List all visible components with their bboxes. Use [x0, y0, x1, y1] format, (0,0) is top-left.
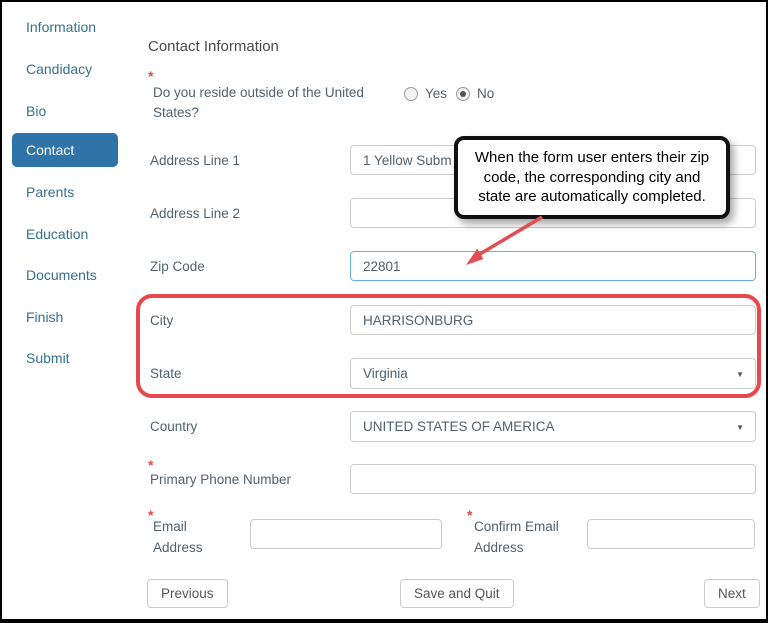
city-label: City: [150, 313, 173, 328]
zip-code-input[interactable]: [350, 251, 756, 281]
required-asterisk: *: [148, 457, 153, 473]
previous-button[interactable]: Previous: [147, 579, 228, 608]
country-select[interactable]: UNITED STATES OF AMERICA ▼: [350, 411, 756, 442]
sidebar-item-finish[interactable]: Finish: [26, 309, 63, 325]
required-asterisk: *: [148, 68, 153, 84]
primary-phone-label: Primary Phone Number: [150, 472, 291, 487]
email-address-input[interactable]: [250, 519, 442, 549]
address-line-2-label: Address Line 2: [150, 206, 240, 221]
sidebar-item-parents[interactable]: Parents: [26, 184, 74, 200]
next-button[interactable]: Next: [704, 579, 760, 608]
sidebar-item-documents[interactable]: Documents: [26, 267, 97, 283]
sidebar-item-information[interactable]: Information: [26, 19, 96, 35]
reside-no-label: No: [477, 86, 494, 101]
confirm-email-label: Confirm Email Address: [474, 517, 569, 559]
reside-yes-radio[interactable]: [404, 87, 418, 101]
state-select[interactable]: Virginia ▼: [350, 358, 756, 389]
city-input[interactable]: [350, 305, 756, 335]
address-line-1-label: Address Line 1: [150, 153, 240, 168]
sidebar-item-contact-active[interactable]: Contact: [12, 133, 118, 167]
reside-question-label: Do you reside outside of the United Stat…: [153, 83, 388, 124]
sidebar-item-education[interactable]: Education: [26, 226, 88, 242]
save-and-quit-button[interactable]: Save and Quit: [400, 579, 514, 608]
confirm-email-input[interactable]: [587, 519, 755, 549]
sidebar-item-bio[interactable]: Bio: [26, 103, 46, 119]
country-label: Country: [150, 419, 197, 434]
page-title: Contact Information: [148, 38, 279, 55]
sidebar-item-submit[interactable]: Submit: [26, 350, 70, 366]
email-address-label: Email Address: [153, 517, 215, 559]
country-selected-value: UNITED STATES OF AMERICA: [363, 419, 555, 434]
state-label: State: [150, 366, 182, 381]
zip-autocomplete-callout: When the form user enters their zip code…: [454, 136, 730, 219]
reside-yes-label: Yes: [425, 86, 447, 101]
chevron-down-icon: ▼: [736, 423, 744, 432]
application-window: Information Candidacy Bio Contact Parent…: [0, 0, 768, 623]
chevron-down-icon: ▼: [736, 370, 744, 379]
primary-phone-input[interactable]: [350, 464, 756, 494]
required-asterisk: *: [467, 507, 472, 523]
reside-no-radio[interactable]: [456, 87, 470, 101]
sidebar-item-candidacy[interactable]: Candidacy: [26, 61, 92, 77]
state-selected-value: Virginia: [363, 366, 408, 381]
zip-code-label: Zip Code: [150, 259, 205, 274]
